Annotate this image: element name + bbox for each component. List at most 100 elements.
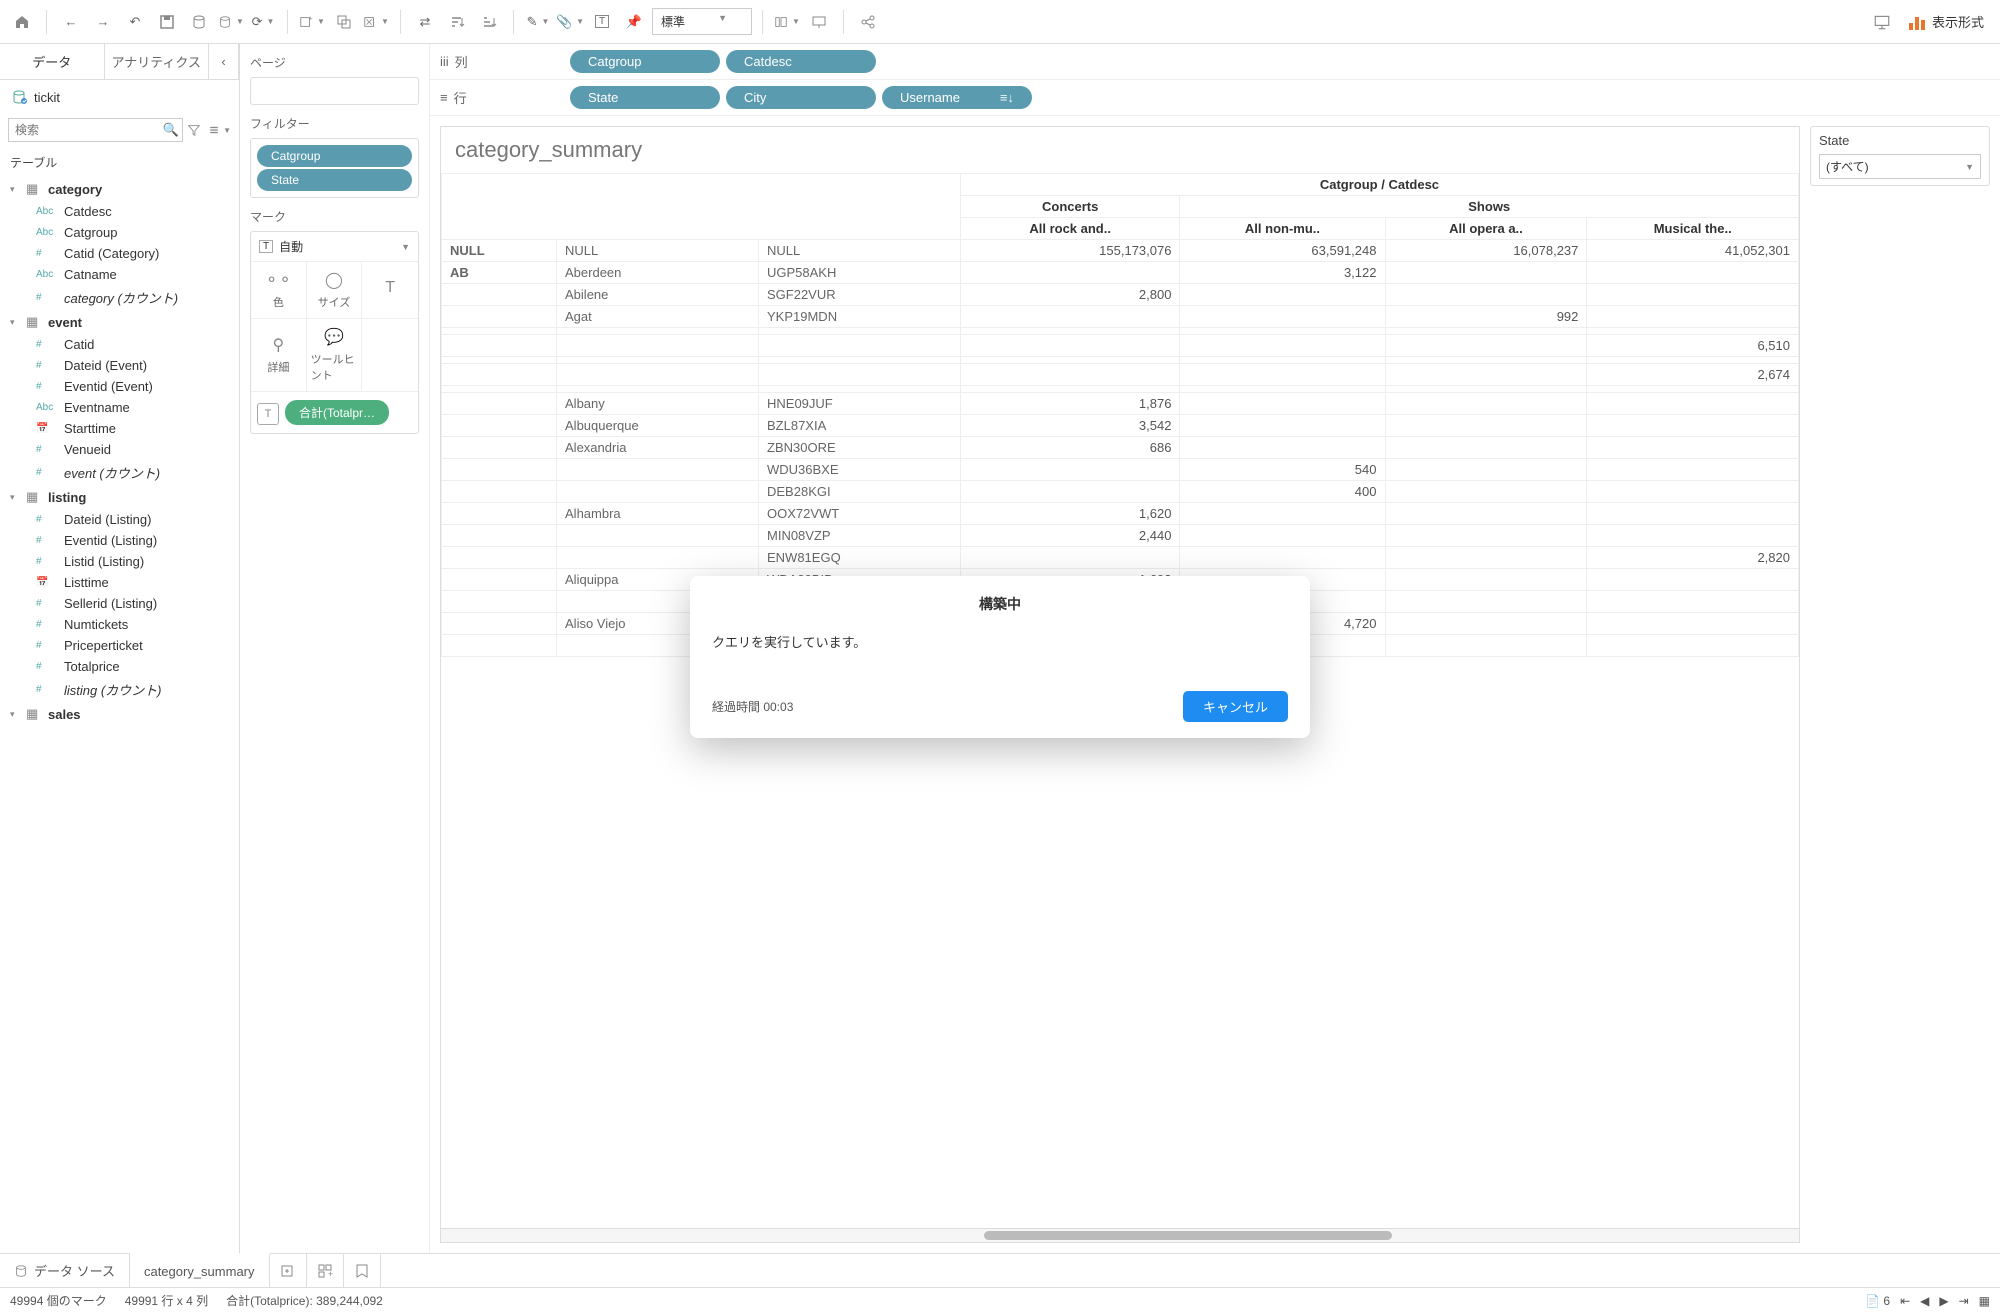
rows-shelf[interactable]: ≡行 StateCityUsername≡↓ bbox=[430, 80, 2000, 116]
sheet-title[interactable]: category_summary bbox=[441, 127, 1799, 173]
highlight-icon[interactable]: ✎ bbox=[524, 8, 552, 36]
swap-icon[interactable]: ⇄ bbox=[411, 8, 439, 36]
home-icon[interactable] bbox=[8, 8, 36, 36]
tab-data-source[interactable]: データ ソース bbox=[0, 1254, 130, 1287]
table-group-sales[interactable]: ▾▦sales bbox=[0, 702, 239, 726]
filter-pill-state[interactable]: State bbox=[257, 169, 412, 191]
filmstrip-icon[interactable]: ▦ bbox=[1979, 1294, 1990, 1308]
marks-pill-totalprice[interactable]: 合計(Totalpr… bbox=[285, 400, 389, 425]
columns-shelf[interactable]: iii 列 Catgroup Catdesc bbox=[430, 44, 2000, 80]
columns-label: 列 bbox=[455, 52, 468, 71]
field-dateid-listing-[interactable]: #Dateid (Listing) bbox=[0, 509, 239, 530]
nav-first-icon[interactable]: ⇤ bbox=[1900, 1294, 1910, 1308]
nav-last-icon[interactable]: ⇥ bbox=[1959, 1294, 1969, 1308]
modal-title: 構築中 bbox=[712, 594, 1288, 614]
marks-cell-詳細[interactable]: ⚲詳細 bbox=[251, 319, 307, 392]
field-sellerid-listing-[interactable]: #Sellerid (Listing) bbox=[0, 593, 239, 614]
view-fields-icon[interactable] bbox=[209, 119, 231, 141]
marks-cell-blank-5 bbox=[362, 319, 418, 392]
separator bbox=[287, 10, 288, 34]
table-group-category[interactable]: ▾▦category bbox=[0, 177, 239, 201]
pages-shelf[interactable]: ページ bbox=[250, 54, 419, 105]
field-eventid-listing-[interactable]: #Eventid (Listing) bbox=[0, 530, 239, 551]
refresh-icon[interactable]: ⟳ bbox=[249, 8, 277, 36]
fields-tree: ▾▦categoryAbcCatdescAbcCatgroup#Catid (C… bbox=[0, 175, 239, 1253]
horizontal-scrollbar[interactable] bbox=[441, 1228, 1799, 1242]
state-filter-title: State bbox=[1819, 133, 1981, 148]
save-icon[interactable] bbox=[153, 8, 181, 36]
field-listid-listing-[interactable]: #Listid (Listing) bbox=[0, 551, 239, 572]
new-worksheet-icon[interactable]: + bbox=[298, 8, 326, 36]
tab-sheet-category-summary[interactable]: category_summary bbox=[130, 1253, 270, 1287]
field-venueid[interactable]: #Venueid bbox=[0, 439, 239, 460]
marks-cell-ツールヒント[interactable]: 💬ツールヒント bbox=[307, 319, 363, 392]
rows-pills-pill-city[interactable]: City bbox=[726, 86, 876, 109]
cols-pills-pill-catdesc[interactable]: Catdesc bbox=[726, 50, 876, 73]
datasource-row[interactable]: tickit bbox=[0, 80, 239, 114]
show-cards-icon[interactable] bbox=[773, 8, 801, 36]
pause-data-icon[interactable] bbox=[217, 8, 245, 36]
field-priceperticket[interactable]: #Priceperticket bbox=[0, 635, 239, 656]
table-group-listing[interactable]: ▾▦listing bbox=[0, 485, 239, 509]
field-catname[interactable]: AbcCatname bbox=[0, 264, 239, 285]
field-starttime[interactable]: 📅Starttime bbox=[0, 418, 239, 439]
state-filter-card: State (すべて)▼ bbox=[1810, 126, 1990, 186]
clear-icon[interactable] bbox=[362, 8, 390, 36]
new-datasource-icon[interactable] bbox=[185, 8, 213, 36]
collapse-sidebar-icon[interactable]: ‹ bbox=[209, 44, 239, 79]
presentation-icon[interactable] bbox=[805, 8, 833, 36]
search-input[interactable] bbox=[8, 118, 183, 142]
text-shelf-icon: T bbox=[257, 403, 279, 425]
field-numtickets[interactable]: #Numtickets bbox=[0, 614, 239, 635]
field-catdesc[interactable]: AbcCatdesc bbox=[0, 201, 239, 222]
sort-desc-icon[interactable] bbox=[475, 8, 503, 36]
field-eventid-event-[interactable]: #Eventid (Event) bbox=[0, 376, 239, 397]
field-totalprice[interactable]: #Totalprice bbox=[0, 656, 239, 677]
group-icon[interactable]: 📎 bbox=[556, 8, 584, 36]
marks-cell-色[interactable]: ⚬⚬色 bbox=[251, 262, 307, 319]
filter-fields-icon[interactable] bbox=[183, 119, 205, 141]
cols-pills-pill-catgroup[interactable]: Catgroup bbox=[570, 50, 720, 73]
show-me-button[interactable]: 表示形式 bbox=[1900, 8, 1992, 35]
tab-data[interactable]: データ bbox=[0, 44, 105, 79]
share-icon[interactable] bbox=[854, 8, 882, 36]
filters-shelf[interactable]: フィルター CatgroupState bbox=[250, 115, 419, 198]
fit-select[interactable]: 標準 ▼ bbox=[652, 8, 752, 35]
duplicate-icon[interactable] bbox=[330, 8, 358, 36]
field-catid-category-[interactable]: #Catid (Category) bbox=[0, 243, 239, 264]
columns-icon: iii bbox=[440, 54, 449, 69]
undo-icon[interactable]: ↶ bbox=[121, 8, 149, 36]
back-icon[interactable]: ← bbox=[57, 8, 85, 36]
nav-prev-icon[interactable]: ◀ bbox=[1920, 1294, 1929, 1308]
status-sheets-icon[interactable]: 📄 6 bbox=[1865, 1294, 1890, 1308]
field-listtime[interactable]: 📅Listtime bbox=[0, 572, 239, 593]
sort-asc-icon[interactable] bbox=[443, 8, 471, 36]
field-catgroup[interactable]: AbcCatgroup bbox=[0, 222, 239, 243]
field-eventname[interactable]: AbcEventname bbox=[0, 397, 239, 418]
field-event-[interactable]: #event (カウント) bbox=[0, 460, 239, 485]
label-icon[interactable]: T bbox=[588, 8, 616, 36]
rows-pills-pill-username[interactable]: Username≡↓ bbox=[882, 86, 1032, 109]
datasource-icon bbox=[10, 88, 28, 106]
tab-analytics[interactable]: アナリティクス bbox=[105, 44, 210, 79]
separator bbox=[843, 10, 844, 34]
filter-pill-catgroup[interactable]: Catgroup bbox=[257, 145, 412, 167]
field-listing-[interactable]: #listing (カウント) bbox=[0, 677, 239, 702]
new-story-tab-icon[interactable] bbox=[344, 1254, 381, 1287]
cancel-button[interactable]: キャンセル bbox=[1183, 691, 1288, 722]
table-group-event[interactable]: ▾▦event bbox=[0, 310, 239, 334]
marks-cell-サイズ[interactable]: ◯サイズ bbox=[307, 262, 363, 319]
rows-pills-pill-state[interactable]: State bbox=[570, 86, 720, 109]
field-catid[interactable]: #Catid bbox=[0, 334, 239, 355]
field-dateid-event-[interactable]: #Dateid (Event) bbox=[0, 355, 239, 376]
guide-icon[interactable] bbox=[1868, 8, 1896, 36]
marks-type-select[interactable]: T 自動 ▼ bbox=[251, 232, 418, 262]
state-filter-select[interactable]: (すべて)▼ bbox=[1819, 154, 1981, 179]
new-worksheet-tab-icon[interactable] bbox=[270, 1254, 307, 1287]
new-dashboard-tab-icon[interactable]: + bbox=[307, 1254, 344, 1287]
forward-icon[interactable]: → bbox=[89, 8, 117, 36]
pin-icon[interactable]: 📌 bbox=[620, 8, 648, 36]
field-category-[interactable]: #category (カウント) bbox=[0, 285, 239, 310]
shelves-column: ページ フィルター CatgroupState マーク T 自動 ▼ ⚬⚬色◯サ… bbox=[240, 44, 430, 1253]
nav-next-icon[interactable]: ▶ bbox=[1939, 1294, 1948, 1308]
